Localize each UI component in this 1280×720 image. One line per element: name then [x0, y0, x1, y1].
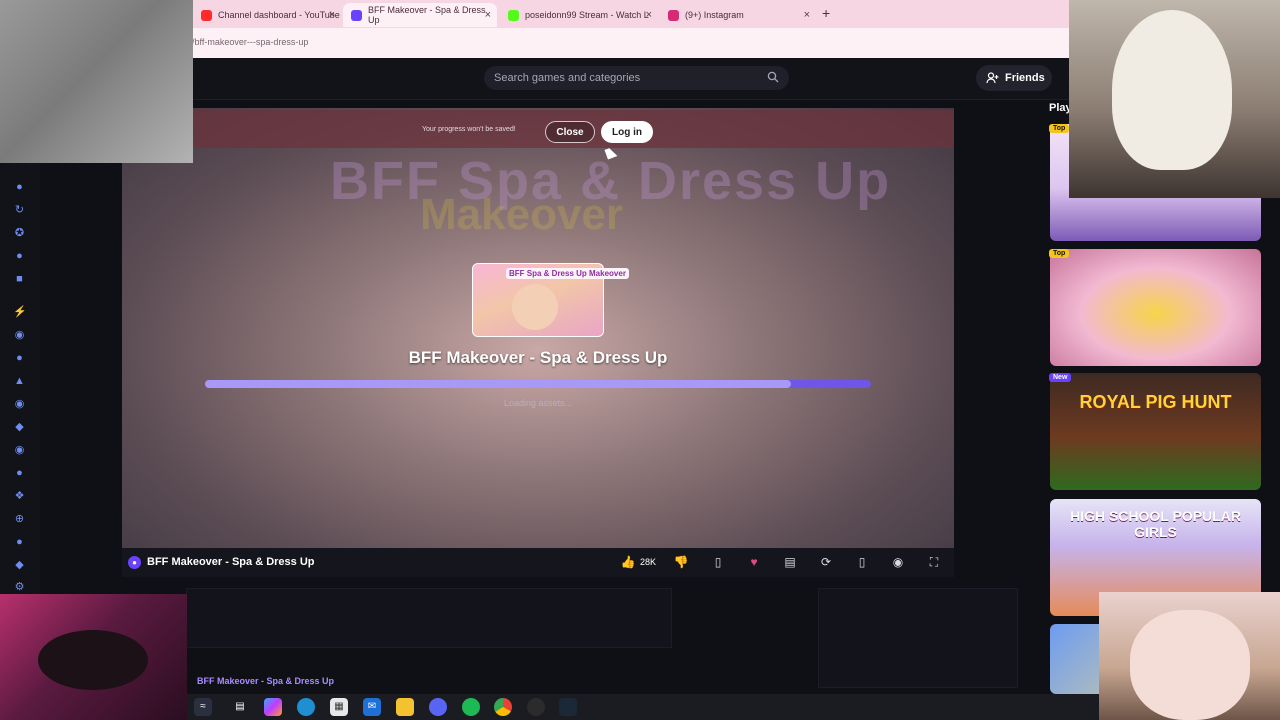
webcam-overlay-top-left [0, 0, 193, 163]
chrome-icon[interactable] [494, 698, 512, 716]
discord-icon[interactable] [429, 698, 447, 716]
banner-text: Your progress won't be saved! [422, 126, 516, 133]
tab-bff-makeover[interactable]: BFF Makeover - Spa & Dress Up × [343, 3, 497, 27]
card-title: HIGH SCHOOL POPULAR GIRLS [1070, 508, 1241, 540]
action-icon[interactable]: ⚡ [13, 306, 27, 319]
top-badge: Top [1049, 249, 1070, 258]
close-icon[interactable]: × [485, 9, 491, 21]
tab-title: (9+) Instagram [685, 10, 744, 20]
site-logo-icon: ● [128, 556, 141, 569]
tab-title: Channel dashboard - YouTube [218, 10, 340, 20]
windows-taskbar [187, 694, 1099, 720]
new-badge: New [1049, 373, 1072, 382]
trending-icon[interactable]: ■ [13, 273, 26, 286]
obs-icon[interactable] [527, 698, 545, 716]
kick-icon [508, 9, 519, 21]
friends-icon [986, 72, 999, 84]
site-icon [351, 9, 362, 21]
steam-icon[interactable] [559, 698, 577, 716]
task-view-icon[interactable]: ▤ [231, 698, 249, 716]
car-icon[interactable]: ◆ [13, 421, 26, 434]
thumbnail-title: BFF Spa & Dress Up Makeover [506, 268, 629, 279]
game-card[interactable] [1050, 373, 1261, 490]
instagram-icon [668, 9, 679, 21]
progress-warning-banner [122, 110, 954, 148]
share-icon[interactable]: ⟳ [816, 553, 836, 571]
multiplayer-icon[interactable]: ● [13, 250, 26, 263]
thumbs-up-icon[interactable]: 👍 [618, 553, 638, 571]
casual-icon[interactable]: ● [13, 467, 26, 480]
game-background-subtitle: Makeover [420, 190, 624, 239]
adventure-icon[interactable]: ◉ [13, 329, 26, 342]
dog-image [1130, 610, 1250, 720]
new-icon[interactable]: ✪ [13, 227, 26, 240]
search-icon [767, 71, 779, 83]
new-tab-button[interactable]: + [822, 5, 830, 21]
url-text: /bff-makeover---spa-dress-up [192, 37, 309, 47]
close-button[interactable]: Close [545, 121, 595, 143]
card-icon[interactable]: ◉ [13, 444, 26, 457]
settings-icon[interactable]: ⚙ [13, 581, 26, 594]
puzzle-icon[interactable]: ❖ [13, 490, 26, 503]
ad-panel-right [818, 588, 1018, 688]
youtube-icon [201, 9, 212, 21]
spotify-icon[interactable] [462, 698, 480, 716]
thumbs-down-icon[interactable]: 👎 [671, 553, 691, 571]
bike-icon[interactable]: ◉ [13, 398, 26, 411]
close-icon[interactable]: × [646, 9, 652, 21]
ad-panel-left [186, 588, 672, 648]
loading-text: Loading assets... [503, 398, 573, 408]
shooting-icon[interactable]: ⊕ [13, 513, 26, 526]
game-card[interactable] [1050, 249, 1261, 366]
recent-icon[interactable]: ↻ [13, 204, 26, 217]
close-icon[interactable]: × [329, 9, 335, 21]
mail-icon[interactable]: ✉ [363, 698, 381, 716]
card-title: ROYAL PIG HUNT [1079, 392, 1232, 412]
tag-icon[interactable]: ◆ [13, 559, 26, 572]
search-input[interactable]: Search games and categories [484, 66, 789, 90]
folder-icon[interactable] [396, 698, 414, 716]
breadcrumb[interactable]: BFF Makeover - Spa & Dress Up [197, 676, 334, 686]
bookmark-icon[interactable]: ▯ [708, 553, 728, 571]
home-icon[interactable]: ● [13, 181, 26, 194]
gamebar-title: BFF Makeover - Spa & Dress Up [147, 556, 315, 568]
login-button[interactable]: Log in [601, 121, 653, 143]
tab-title: BFF Makeover - Spa & Dress Up [368, 5, 486, 25]
phone-icon[interactable]: ▯ [852, 553, 872, 571]
beauty-icon[interactable]: ▲ [13, 375, 26, 388]
friends-button[interactable]: Friends [976, 65, 1052, 91]
tab-title: poseidonn99 Stream - Watch L [525, 10, 649, 20]
game-title: BFF Makeover - Spa & Dress Up [408, 348, 668, 367]
edge-icon[interactable] [297, 698, 315, 716]
like-count: 28K [640, 557, 657, 567]
thumbnail-face [512, 284, 558, 330]
cat-image [38, 630, 148, 690]
tab-youtube[interactable]: Channel dashboard - YouTube × [193, 3, 341, 27]
friends-label: Friends [1005, 72, 1045, 84]
theater-mode-icon[interactable]: ◉ [888, 553, 908, 571]
store-icon[interactable]: ▦ [330, 698, 348, 716]
tab-instagram[interactable]: (9+) Instagram × [660, 3, 816, 27]
fullscreen-icon[interactable]: ⛶ [924, 553, 944, 571]
basketball-icon[interactable]: ● [13, 352, 26, 365]
close-icon[interactable]: × [804, 9, 810, 21]
copilot-icon[interactable] [264, 698, 282, 716]
heart-icon[interactable]: ♥ [744, 553, 764, 571]
widgets-icon[interactable]: ≈ [194, 698, 212, 716]
feedback-icon[interactable]: ▤ [780, 553, 800, 571]
tab-kick-stream[interactable]: poseidonn99 Stream - Watch L × [500, 3, 658, 27]
loading-progress-fill [205, 380, 792, 388]
search-placeholder: Search games and categories [494, 72, 641, 84]
dog-image [1112, 10, 1232, 170]
top-badge: Top [1049, 124, 1070, 133]
sports-icon[interactable]: ● [13, 536, 26, 549]
